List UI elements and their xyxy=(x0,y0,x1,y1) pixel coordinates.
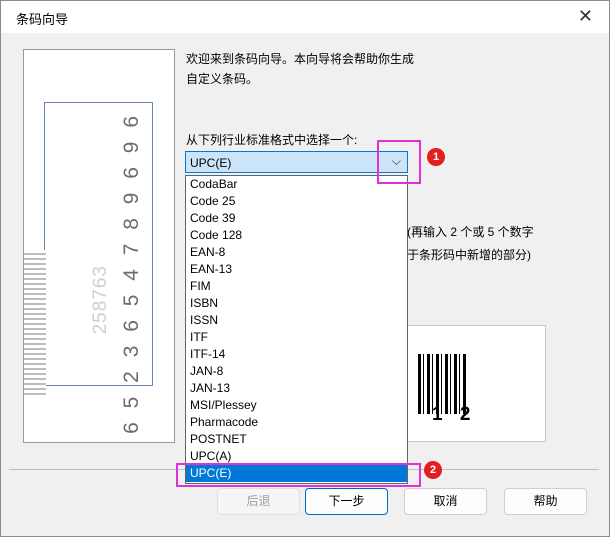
barcode-wizard-dialog: 条码向导 ✕ 6 5 2 3 6 5 4 7 8 9 6 9 6 258763 … xyxy=(0,0,610,537)
format-option[interactable]: ITF-14 xyxy=(186,346,407,363)
format-option[interactable]: EAN-13 xyxy=(186,261,407,278)
step-badge-2: 2 xyxy=(424,461,442,479)
format-dropdown-value: UPC(E) xyxy=(190,156,232,170)
selected-option-highlight xyxy=(176,463,421,487)
format-dropdown-list[interactable]: CodaBar Code 25 Code 39 Code 128 EAN-8 EAN-13… xyxy=(185,175,408,484)
format-option[interactable]: POSTNET xyxy=(186,431,407,448)
dropdown-arrow-highlight xyxy=(377,140,421,184)
title-bar: 条码向导 ✕ xyxy=(1,1,609,33)
format-option[interactable]: EAN-8 xyxy=(186,244,407,261)
format-prompt: 从下列行业标准格式中选择一个: xyxy=(186,133,358,147)
format-option[interactable]: Code 128 xyxy=(186,227,407,244)
wizard-side-image: 6 5 2 3 6 5 4 7 8 9 6 9 6 258763 xyxy=(23,49,175,443)
format-dropdown[interactable]: UPC(E) ⌵ xyxy=(185,151,408,173)
format-option[interactable]: JAN-13 xyxy=(186,380,407,397)
barcode-preview: 1 2 xyxy=(399,325,546,442)
format-option[interactable]: ISBN xyxy=(186,295,407,312)
back-button[interactable]: 后退 xyxy=(217,488,300,515)
barcode-stripes xyxy=(24,250,46,395)
digits-hint-line2: 于条形码中新增的部分) xyxy=(407,248,531,262)
help-button[interactable]: 帮助 xyxy=(504,488,587,515)
format-option[interactable]: MSI/Plessey xyxy=(186,397,407,414)
format-option[interactable]: CodaBar xyxy=(186,176,407,193)
format-option[interactable]: Code 39 xyxy=(186,210,407,227)
cancel-button[interactable]: 取消 xyxy=(404,488,487,515)
intro-text: 欢迎来到条码向导。本向导将会帮助你生成自定义条码。 xyxy=(186,52,415,86)
barcode-main-digits: 6 5 2 3 6 5 4 7 8 9 6 9 6 xyxy=(120,112,143,434)
window-title: 条码向导 xyxy=(16,12,69,27)
format-option[interactable]: JAN-8 xyxy=(186,363,407,380)
close-icon[interactable]: ✕ xyxy=(578,6,593,26)
format-option[interactable]: ITF xyxy=(186,329,407,346)
format-option[interactable]: Pharmacode xyxy=(186,414,407,431)
barcode-sub-digits: 258763 xyxy=(90,265,111,335)
digits-hint-line1: (再输入 2 个或 5 个数字 xyxy=(407,225,534,239)
format-option[interactable]: ISSN xyxy=(186,312,407,329)
format-option[interactable]: FIM xyxy=(186,278,407,295)
next-button[interactable]: 下一步 xyxy=(305,488,388,515)
format-option[interactable]: Code 25 xyxy=(186,193,407,210)
preview-digits: 1 2 xyxy=(432,404,477,425)
step-badge-1: 1 xyxy=(427,148,445,166)
